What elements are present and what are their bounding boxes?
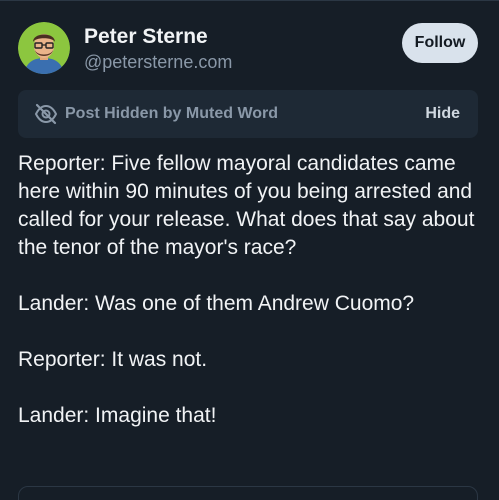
avatar[interactable] bbox=[18, 22, 70, 74]
follow-button[interactable]: Follow bbox=[402, 23, 478, 63]
muted-word-banner: Post Hidden by Muted Word Hide bbox=[18, 90, 478, 138]
divider bbox=[0, 0, 499, 1]
post-paragraph: Lander: Was one of them Andrew Cuomo? bbox=[18, 292, 415, 315]
post-body: Reporter: Five fellow mayoral candidates… bbox=[18, 150, 483, 458]
post-paragraph: Reporter: It was not. bbox=[18, 348, 208, 371]
hide-button[interactable]: Hide bbox=[425, 104, 460, 124]
post-paragraph: Lander: Imagine that! bbox=[18, 404, 217, 427]
post-card: Peter Sterne @petersterne.com Follow Pos… bbox=[0, 0, 499, 500]
post-paragraph: Reporter: Five fellow mayoral candidates… bbox=[18, 152, 475, 259]
embedded-card[interactable] bbox=[18, 486, 478, 500]
eye-slash-icon bbox=[34, 103, 58, 125]
muted-word-label: Post Hidden by Muted Word bbox=[65, 105, 279, 122]
author-handle[interactable]: @petersterne.com bbox=[84, 50, 232, 74]
avatar-portrait-icon bbox=[18, 22, 70, 74]
author-display-name[interactable]: Peter Sterne bbox=[84, 24, 208, 50]
